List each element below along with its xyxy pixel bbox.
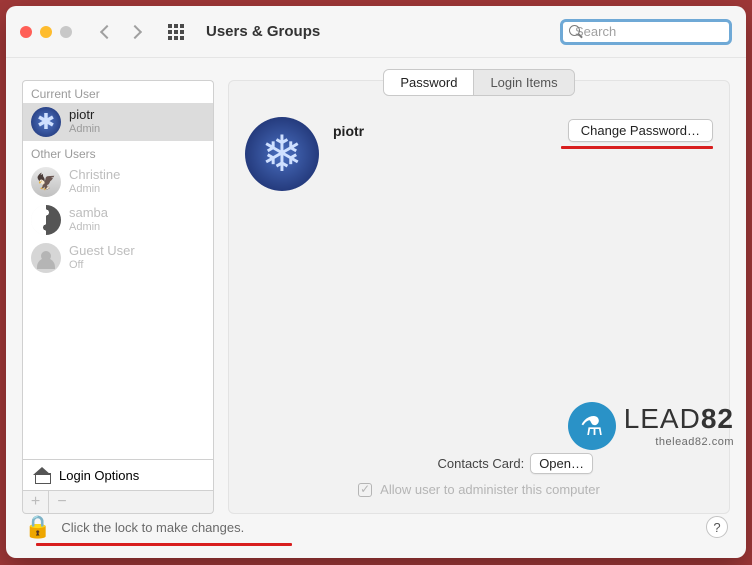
user-list: Current User piotr Admin Other Users Chr… <box>22 80 214 459</box>
lock-icon[interactable]: 🔒 <box>24 514 51 540</box>
tab-bar: Password Login Items <box>383 69 574 96</box>
sidebar: Current User piotr Admin Other Users Chr… <box>22 80 214 514</box>
titlebar: Users & Groups <box>6 6 746 58</box>
avatar-icon <box>31 243 61 273</box>
user-role: Admin <box>69 221 108 234</box>
add-user-button: + <box>23 491 49 513</box>
user-name: samba <box>69 206 108 221</box>
window-controls <box>20 26 72 38</box>
user-row-samba[interactable]: samba Admin <box>23 201 213 239</box>
user-row-christine[interactable]: Christine Admin <box>23 163 213 201</box>
home-icon <box>33 466 51 484</box>
user-role: Off <box>69 259 135 272</box>
user-name: piotr <box>69 108 100 123</box>
user-role: Admin <box>69 123 100 136</box>
main-pane: Password Login Items piotr Change Passwo… <box>228 80 730 514</box>
forward-button[interactable] <box>128 24 142 38</box>
tab-login-items[interactable]: Login Items <box>473 70 573 95</box>
lock-text: Click the lock to make changes. <box>61 520 244 535</box>
administer-label: Allow user to administer this computer <box>380 482 600 497</box>
administer-checkbox <box>358 483 372 497</box>
add-remove-bar: + − <box>22 491 214 514</box>
tab-password[interactable]: Password <box>384 70 473 95</box>
annotation-underline <box>36 543 292 546</box>
window-title: Users & Groups <box>206 23 320 40</box>
user-hero: piotr Change Password… <box>245 117 713 191</box>
close-window-button[interactable] <box>20 26 32 38</box>
user-row-piotr[interactable]: piotr Admin <box>23 103 213 141</box>
open-contacts-button[interactable]: Open… <box>530 453 593 474</box>
user-display-name: piotr <box>333 123 364 139</box>
login-options-button[interactable]: Login Options <box>22 459 214 491</box>
user-name: Guest User <box>69 244 135 259</box>
preferences-window: Users & Groups Current User piotr Admin … <box>6 6 746 558</box>
show-all-prefs-button[interactable] <box>168 24 184 40</box>
help-button[interactable]: ? <box>706 516 728 538</box>
back-button[interactable] <box>100 24 114 38</box>
bottom-area: Contacts Card: Open… Allow user to admin… <box>245 453 713 497</box>
login-options-label: Login Options <box>59 468 139 483</box>
annotation-underline <box>561 146 713 149</box>
other-users-header: Other Users <box>23 141 213 163</box>
search-field[interactable] <box>560 19 732 45</box>
user-name: Christine <box>69 168 120 183</box>
user-role: Admin <box>69 183 120 196</box>
user-avatar[interactable] <box>245 117 319 191</box>
change-password-button[interactable]: Change Password… <box>568 119 713 142</box>
zoom-window-button <box>60 26 72 38</box>
minimize-window-button[interactable] <box>40 26 52 38</box>
user-row-guest[interactable]: Guest User Off <box>23 239 213 277</box>
search-input[interactable] <box>575 24 751 39</box>
footer: 🔒 Click the lock to make changes. ? <box>6 514 746 558</box>
avatar-icon <box>31 107 61 137</box>
content-area: Current User piotr Admin Other Users Chr… <box>6 58 746 514</box>
administer-row: Allow user to administer this computer <box>245 482 713 497</box>
avatar-icon <box>31 167 61 197</box>
contacts-card-label: Contacts Card: <box>437 456 524 471</box>
current-user-header: Current User <box>23 81 213 103</box>
avatar-icon <box>31 205 61 235</box>
contacts-row: Contacts Card: Open… <box>245 453 713 474</box>
remove-user-button: − <box>49 491 75 513</box>
nav-arrows <box>102 27 140 37</box>
